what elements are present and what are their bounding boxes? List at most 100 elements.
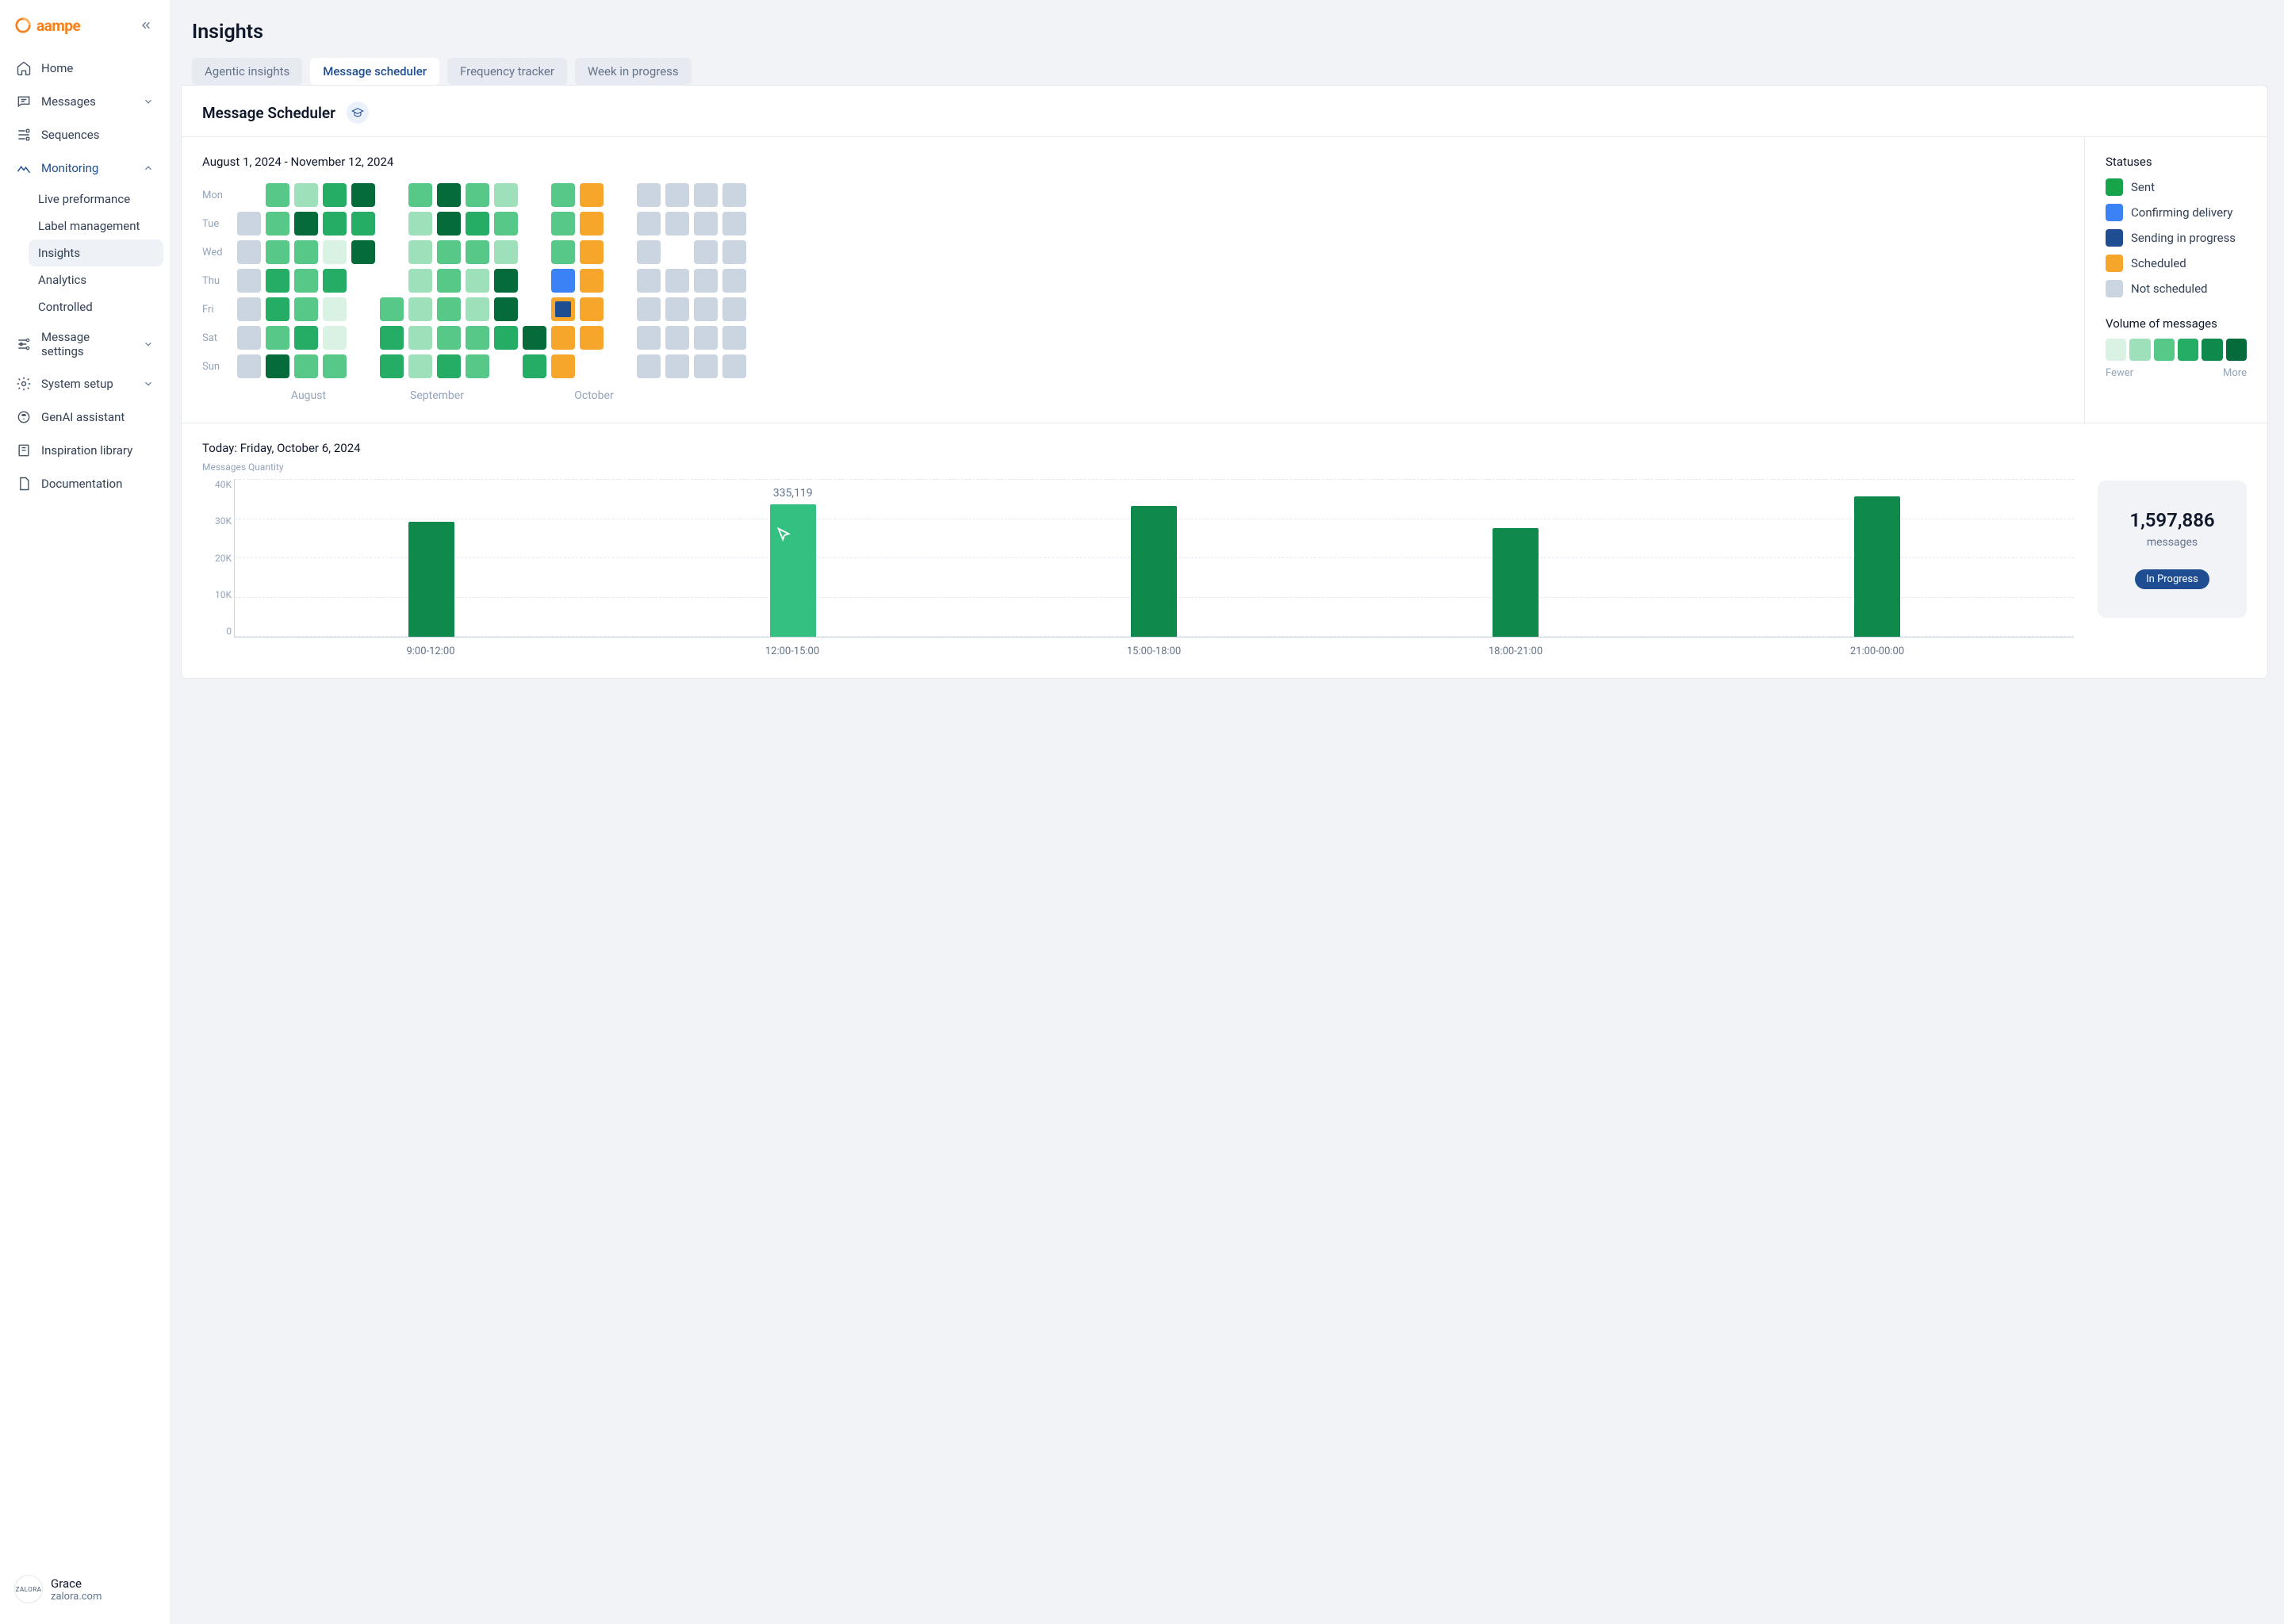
heatmap-cell[interactable] bbox=[466, 297, 489, 321]
nav-messages[interactable]: Messages bbox=[6, 86, 163, 117]
nav-monitoring[interactable]: Monitoring bbox=[6, 152, 163, 184]
heatmap-cell[interactable] bbox=[380, 326, 404, 350]
heatmap-cell[interactable] bbox=[551, 354, 575, 378]
heatmap-cell[interactable] bbox=[694, 212, 718, 236]
heatmap-cell[interactable] bbox=[294, 269, 318, 293]
heatmap-cell[interactable] bbox=[722, 354, 746, 378]
heatmap-cell[interactable] bbox=[323, 212, 347, 236]
heatmap-cell[interactable] bbox=[408, 297, 432, 321]
heatmap-cell[interactable] bbox=[637, 212, 661, 236]
bar[interactable] bbox=[1845, 496, 1909, 638]
heatmap-cell[interactable] bbox=[266, 269, 289, 293]
heatmap-cell[interactable] bbox=[437, 240, 461, 264]
nav-label-management[interactable]: Label management bbox=[29, 213, 163, 239]
heatmap-cell[interactable] bbox=[294, 183, 318, 207]
tab-week[interactable]: Week in progress bbox=[575, 58, 692, 85]
heatmap-cell[interactable] bbox=[408, 212, 432, 236]
heatmap-cell[interactable] bbox=[665, 269, 689, 293]
heatmap-cell[interactable] bbox=[466, 183, 489, 207]
heatmap-cell[interactable] bbox=[523, 326, 546, 350]
heatmap-cell[interactable] bbox=[637, 269, 661, 293]
heatmap-cell[interactable] bbox=[408, 183, 432, 207]
heatmap-cell[interactable] bbox=[237, 354, 261, 378]
heatmap-cell[interactable] bbox=[580, 240, 604, 264]
heatmap-cell[interactable] bbox=[722, 183, 746, 207]
heatmap-cell[interactable] bbox=[323, 326, 347, 350]
heatmap-cell[interactable] bbox=[408, 354, 432, 378]
bar[interactable] bbox=[400, 522, 463, 637]
heatmap-cell[interactable] bbox=[437, 183, 461, 207]
heatmap-cell[interactable] bbox=[637, 240, 661, 264]
tab-scheduler[interactable]: Message scheduler bbox=[310, 58, 439, 85]
nav-docs[interactable]: Documentation bbox=[6, 468, 163, 500]
heatmap-cell[interactable] bbox=[523, 354, 546, 378]
heatmap-cell[interactable] bbox=[437, 326, 461, 350]
heatmap-cell[interactable] bbox=[494, 212, 518, 236]
heatmap-cell[interactable] bbox=[294, 240, 318, 264]
heatmap-cell[interactable] bbox=[323, 269, 347, 293]
heatmap-cell[interactable] bbox=[494, 297, 518, 321]
nav-live-performance[interactable]: Live preformance bbox=[29, 186, 163, 213]
heatmap-cell[interactable] bbox=[266, 183, 289, 207]
heatmap-cell[interactable] bbox=[665, 297, 689, 321]
heatmap-cell[interactable] bbox=[722, 240, 746, 264]
heatmap-cell[interactable] bbox=[408, 269, 432, 293]
heatmap-cell[interactable] bbox=[437, 297, 461, 321]
heatmap-cell[interactable] bbox=[266, 354, 289, 378]
heatmap-cell[interactable] bbox=[580, 269, 604, 293]
heatmap-cell[interactable] bbox=[551, 326, 575, 350]
heatmap-cell[interactable] bbox=[323, 183, 347, 207]
heatmap-cell[interactable] bbox=[665, 354, 689, 378]
heatmap-cell[interactable] bbox=[237, 326, 261, 350]
heatmap-cell[interactable] bbox=[237, 212, 261, 236]
heatmap-cell[interactable] bbox=[551, 183, 575, 207]
tab-agentic[interactable]: Agentic insights bbox=[192, 58, 302, 85]
heatmap-cell[interactable] bbox=[323, 240, 347, 264]
heatmap-cell[interactable] bbox=[637, 297, 661, 321]
heatmap-cell[interactable] bbox=[408, 240, 432, 264]
user-footer[interactable]: ZALORA Grace zalora.com bbox=[6, 1567, 163, 1611]
heatmap-cell[interactable] bbox=[237, 297, 261, 321]
heatmap-cell[interactable] bbox=[494, 183, 518, 207]
heatmap-cell[interactable] bbox=[694, 354, 718, 378]
heatmap-cell[interactable] bbox=[466, 212, 489, 236]
nav-message-settings[interactable]: Message settings bbox=[6, 322, 163, 366]
heatmap-cell[interactable] bbox=[237, 269, 261, 293]
nav-system-setup[interactable]: System setup bbox=[6, 368, 163, 400]
heatmap-cell[interactable] bbox=[408, 326, 432, 350]
heatmap-cell[interactable] bbox=[351, 183, 375, 207]
heatmap-cell[interactable] bbox=[323, 297, 347, 321]
heatmap-cell[interactable] bbox=[580, 183, 604, 207]
heatmap-cell[interactable] bbox=[722, 269, 746, 293]
heatmap-cell[interactable] bbox=[294, 212, 318, 236]
heatmap-cell[interactable] bbox=[294, 354, 318, 378]
heatmap-cell[interactable] bbox=[665, 326, 689, 350]
bar[interactable] bbox=[1122, 506, 1186, 637]
nav-genai[interactable]: GenAI assistant bbox=[6, 401, 163, 433]
heatmap-cell[interactable] bbox=[380, 297, 404, 321]
nav-inspiration[interactable]: Inspiration library bbox=[6, 435, 163, 466]
heatmap-cell[interactable] bbox=[494, 269, 518, 293]
heatmap-cell[interactable] bbox=[437, 212, 461, 236]
heatmap-cell[interactable] bbox=[665, 212, 689, 236]
heatmap-cell[interactable] bbox=[722, 297, 746, 321]
heatmap-cell[interactable] bbox=[437, 354, 461, 378]
heatmap-cell[interactable] bbox=[665, 183, 689, 207]
heatmap-cell[interactable] bbox=[294, 326, 318, 350]
heatmap-cell[interactable] bbox=[494, 326, 518, 350]
heatmap-cell[interactable] bbox=[722, 212, 746, 236]
help-icon[interactable] bbox=[347, 102, 369, 124]
nav-controlled[interactable]: Controlled bbox=[29, 293, 163, 320]
heatmap-cell[interactable] bbox=[551, 212, 575, 236]
heatmap-cell[interactable] bbox=[266, 326, 289, 350]
heatmap-cell[interactable] bbox=[637, 183, 661, 207]
heatmap-cell[interactable] bbox=[466, 269, 489, 293]
heatmap-cell[interactable] bbox=[551, 269, 575, 293]
heatmap-cell[interactable] bbox=[266, 297, 289, 321]
heatmap-cell[interactable] bbox=[466, 326, 489, 350]
nav-insights[interactable]: Insights bbox=[29, 239, 163, 266]
heatmap-cell[interactable] bbox=[551, 297, 575, 321]
heatmap-cell[interactable] bbox=[694, 183, 718, 207]
heatmap-cell[interactable] bbox=[722, 326, 746, 350]
nav-sequences[interactable]: Sequences bbox=[6, 119, 163, 151]
